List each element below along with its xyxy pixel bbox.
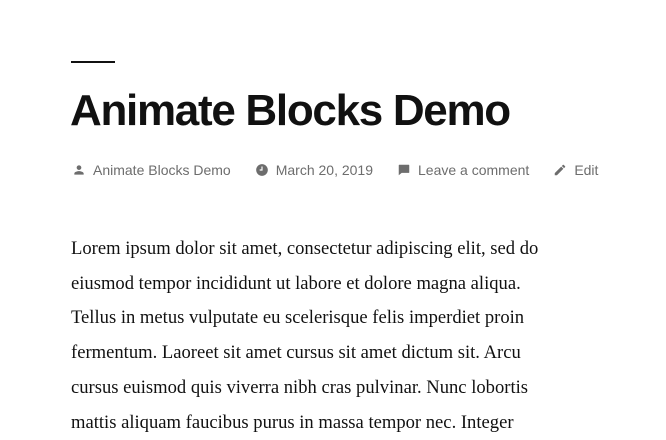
author-link[interactable]: Animate Blocks Demo (72, 162, 231, 178)
comment-link[interactable]: Leave a comment (397, 162, 529, 178)
comment-label: Leave a comment (418, 162, 530, 178)
clock-icon (255, 163, 269, 177)
post-content: Lorem ipsum dolor sit amet, consectetur … (71, 232, 611, 440)
content-line: Lorem ipsum dolor sit amet, consectetur … (71, 238, 539, 259)
edit-link[interactable]: Edit (553, 162, 598, 178)
person-icon (72, 163, 86, 177)
post-date: March 20, 2019 (275, 162, 374, 178)
date-link[interactable]: March 20, 2019 (255, 162, 373, 178)
edit-label: Edit (574, 162, 599, 178)
content-line: mattis aliquam faucibus purus in massa t… (71, 411, 514, 433)
author-name: Animate Blocks Demo (93, 162, 231, 178)
comment-icon (397, 163, 411, 177)
post-meta: Animate Blocks Demo March 20, 2019 Leave… (72, 159, 598, 181)
pencil-icon (553, 163, 567, 177)
page-title: Animate Blocks Demo (70, 86, 511, 135)
title-divider (71, 61, 115, 63)
content-line: cursus euismod quis viverra nibh cras pu… (71, 376, 529, 398)
content-line: fermentum. Laoreet sit amet cursus sit a… (71, 342, 521, 364)
content-line: Tellus in metus vulputate eu scelerisque… (71, 307, 525, 329)
content-line: eiusmod tempor incididunt ut labore et d… (71, 272, 521, 294)
